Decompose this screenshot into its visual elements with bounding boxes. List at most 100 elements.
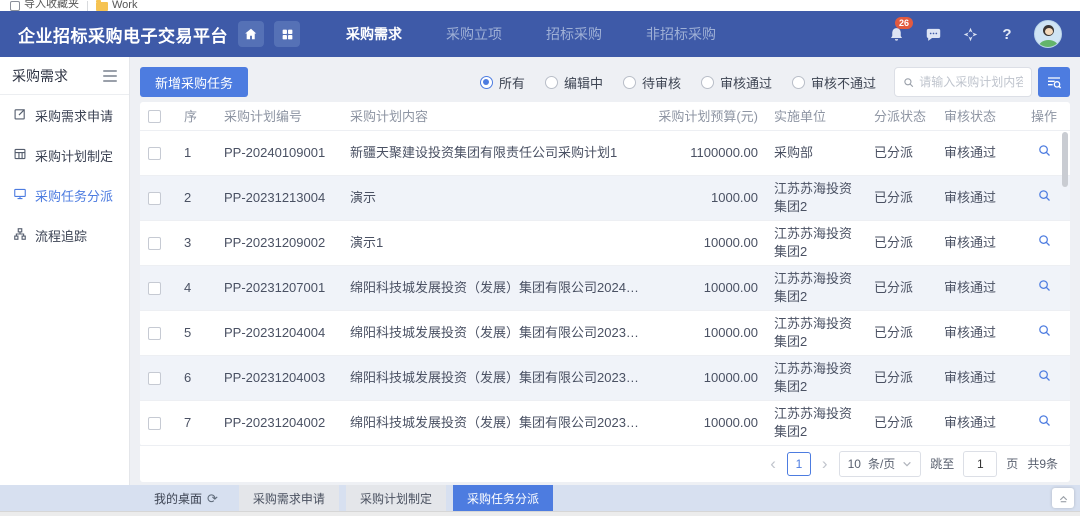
row-checkbox[interactable] bbox=[148, 192, 161, 205]
user-avatar[interactable] bbox=[1034, 20, 1062, 48]
row-checkbox[interactable] bbox=[148, 282, 161, 295]
advanced-search-button[interactable] bbox=[1038, 67, 1070, 97]
view-detail-button[interactable] bbox=[1037, 323, 1052, 338]
row-checkbox[interactable] bbox=[148, 147, 161, 160]
dispatch-status-cell: 已分派 bbox=[866, 355, 936, 400]
table-scrollbar[interactable] bbox=[1062, 132, 1068, 187]
bookmark-import-label: 导入收藏夹 bbox=[24, 0, 79, 11]
sidebar-item-demand-apply[interactable]: 采购需求申请 bbox=[0, 95, 129, 135]
add-task-button[interactable]: 新增采购任务 bbox=[140, 67, 248, 97]
navigation-button[interactable] bbox=[960, 24, 980, 44]
monitor-icon bbox=[13, 187, 27, 204]
sidebar-item-plan-make[interactable]: 采购计划制定 bbox=[0, 135, 129, 175]
sidebar-collapse-button[interactable] bbox=[103, 70, 117, 82]
view-detail-button[interactable] bbox=[1037, 188, 1052, 203]
search-input[interactable] bbox=[919, 75, 1023, 89]
budget-cell: 10000.00 bbox=[648, 355, 766, 400]
select-all-checkbox[interactable] bbox=[148, 110, 161, 123]
prev-page-button[interactable]: ‹ bbox=[768, 455, 778, 472]
header-actions: 26 ? bbox=[886, 20, 1062, 48]
row-checkbox[interactable] bbox=[148, 372, 161, 385]
row-checkbox[interactable] bbox=[148, 237, 161, 250]
seq-cell: 5 bbox=[176, 310, 216, 355]
dispatch-status-cell: 已分派 bbox=[866, 400, 936, 445]
jump-label: 跳至 bbox=[930, 455, 954, 472]
sidebar-item-process-track[interactable]: 流程追踪 bbox=[0, 215, 129, 255]
nav-non-bidding-procurement[interactable]: 非招标采购 bbox=[646, 24, 716, 44]
unit-cell: 江苏苏海投资集团2 bbox=[766, 175, 866, 220]
page-number-button[interactable]: 1 bbox=[787, 452, 811, 476]
sidebar-item-label: 采购需求申请 bbox=[35, 106, 113, 125]
row-select-cell bbox=[140, 400, 176, 445]
table-row: 7PP-20231204002绵阳科技城发展投资（发展）集团有限公司2023年度… bbox=[140, 400, 1070, 445]
app-title: 企业招标采购电子交易平台 bbox=[18, 22, 228, 47]
filter-radio-4[interactable]: 审核不通过 bbox=[792, 73, 876, 92]
view-detail-button[interactable] bbox=[1037, 143, 1052, 158]
budget-cell: 10000.00 bbox=[648, 310, 766, 355]
radio-icon bbox=[545, 76, 558, 89]
tab-my-desktop[interactable]: 我的桌面⟳ bbox=[140, 485, 232, 511]
nav-procurement-project[interactable]: 采购立项 bbox=[446, 24, 502, 44]
flow-icon bbox=[13, 227, 27, 244]
home-button[interactable] bbox=[238, 21, 264, 47]
bookmark-import[interactable]: 导入收藏夹 bbox=[10, 0, 79, 11]
sidebar-item-task-dispatch[interactable]: 采购任务分派 bbox=[0, 175, 129, 215]
chat-icon bbox=[925, 26, 942, 43]
notification-badge: 26 bbox=[895, 17, 913, 29]
page-size-select[interactable]: 10 条/页 bbox=[839, 451, 922, 477]
notifications-button[interactable]: 26 bbox=[886, 24, 906, 44]
filter-label: 待审核 bbox=[642, 73, 681, 92]
dispatch-status-cell: 已分派 bbox=[866, 310, 936, 355]
operation-cell bbox=[1018, 355, 1070, 400]
plan-code-cell: PP-20231204004 bbox=[216, 310, 342, 355]
dispatch-status-cell: 已分派 bbox=[866, 175, 936, 220]
row-checkbox[interactable] bbox=[148, 327, 161, 340]
view-detail-button[interactable] bbox=[1037, 278, 1052, 293]
jump-page-input[interactable] bbox=[963, 451, 997, 477]
help-button[interactable]: ? bbox=[997, 24, 1017, 44]
filter-search-icon bbox=[1046, 74, 1062, 90]
messages-button[interactable] bbox=[923, 24, 943, 44]
dispatch-status-cell: 已分派 bbox=[866, 265, 936, 310]
page-size-value: 10 bbox=[848, 457, 861, 471]
plan-content-cell: 新疆天聚建设投资集团有限责任公司采购计划1 bbox=[342, 130, 648, 175]
next-page-button[interactable]: › bbox=[820, 455, 830, 472]
nav-bidding-procurement[interactable]: 招标采购 bbox=[546, 24, 602, 44]
row-select-cell bbox=[140, 355, 176, 400]
pagination: ‹ 1 › 10 条/页 跳至 页 共9条 bbox=[140, 446, 1070, 482]
filter-radio-1[interactable]: 编辑中 bbox=[545, 73, 603, 92]
home-icon bbox=[244, 27, 258, 41]
col-header-5: 分派状态 bbox=[866, 102, 936, 130]
bookmark-folder-work[interactable]: Work bbox=[96, 0, 137, 11]
view-detail-button[interactable] bbox=[1037, 413, 1052, 428]
filter-radio-2[interactable]: 待审核 bbox=[623, 73, 681, 92]
seq-cell: 6 bbox=[176, 355, 216, 400]
table-row: 3PP-20231209002演示110000.00江苏苏海投资集团2已分派审核… bbox=[140, 220, 1070, 265]
filter-radio-3[interactable]: 审核通过 bbox=[701, 73, 772, 92]
apps-grid-button[interactable] bbox=[274, 21, 300, 47]
col-header-3: 采购计划预算(元) bbox=[648, 102, 766, 130]
row-checkbox[interactable] bbox=[148, 417, 161, 430]
view-detail-button[interactable] bbox=[1037, 233, 1052, 248]
col-header-2: 采购计划内容 bbox=[342, 102, 648, 130]
tab-task-dispatch[interactable]: 采购任务分派 bbox=[453, 485, 553, 511]
col-header-7: 操作 bbox=[1018, 102, 1070, 130]
expand-tabs-button[interactable] bbox=[1052, 488, 1074, 508]
footer-tab-label: 采购需求申请 bbox=[253, 490, 325, 507]
unit-cell: 采购部 bbox=[766, 130, 866, 175]
nav-procurement-demand[interactable]: 采购需求 bbox=[346, 24, 402, 44]
tab-plan-make[interactable]: 采购计划制定 bbox=[346, 485, 446, 511]
plan-code-cell: PP-20231204002 bbox=[216, 400, 342, 445]
tab-demand-apply[interactable]: 采购需求申请 bbox=[239, 485, 339, 511]
audit-status-cell: 审核通过 bbox=[936, 175, 1018, 220]
app-header: 企业招标采购电子交易平台 采购需求 采购立项 招标采购 非招标采购 26 ? bbox=[0, 11, 1080, 57]
footer-tab-label: 采购计划制定 bbox=[360, 490, 432, 507]
main-content: 新增采购任务 所有编辑中待审核审核通过审核不通过 序采购计划编号采购计划内容采购… bbox=[130, 57, 1080, 485]
seq-cell: 3 bbox=[176, 220, 216, 265]
table-row: 5PP-20231204004绵阳科技城发展投资（发展）集团有限公司2023年度… bbox=[140, 310, 1070, 355]
view-detail-button[interactable] bbox=[1037, 368, 1052, 383]
filter-radio-0[interactable]: 所有 bbox=[480, 73, 525, 92]
table-icon bbox=[13, 147, 27, 164]
refresh-icon[interactable]: ⟳ bbox=[207, 492, 218, 505]
table-row: 6PP-20231204003绵阳科技城发展投资（发展）集团有限公司2023年度… bbox=[140, 355, 1070, 400]
